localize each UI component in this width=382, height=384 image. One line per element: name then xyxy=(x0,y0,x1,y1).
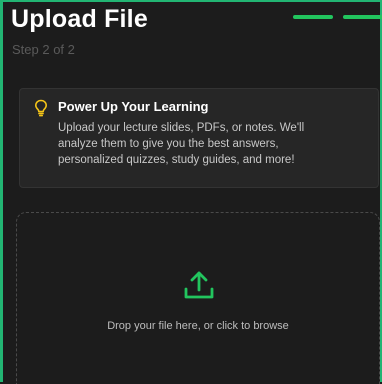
lightbulb-icon xyxy=(35,99,47,117)
progress-step-2 xyxy=(343,15,382,19)
tip-card-line: analyze them to give you the best answer… xyxy=(58,138,279,150)
file-dropzone[interactable]: Drop your file here, or click to browse xyxy=(16,212,380,384)
dropzone-label: Drop your file here, or click to browse xyxy=(107,320,289,332)
tip-card-line: Upload your lecture slides, PDFs, or not… xyxy=(58,122,305,134)
tip-card-title: Power Up Your Learning xyxy=(58,99,209,114)
step-indicator: Step 2 of 2 xyxy=(12,42,75,57)
upload-panel: Upload File Step 2 of 2 Power Up Your Le… xyxy=(0,0,382,384)
tip-card-body: Upload your lecture slides, PDFs, or not… xyxy=(58,120,358,168)
progress-step-1 xyxy=(293,15,333,19)
tip-card-line: personalized quizzes, study guides, and … xyxy=(58,154,295,166)
tip-card: Power Up Your Learning Upload your lectu… xyxy=(19,88,379,188)
upload-icon xyxy=(184,271,214,299)
page-title: Upload File xyxy=(11,5,148,33)
